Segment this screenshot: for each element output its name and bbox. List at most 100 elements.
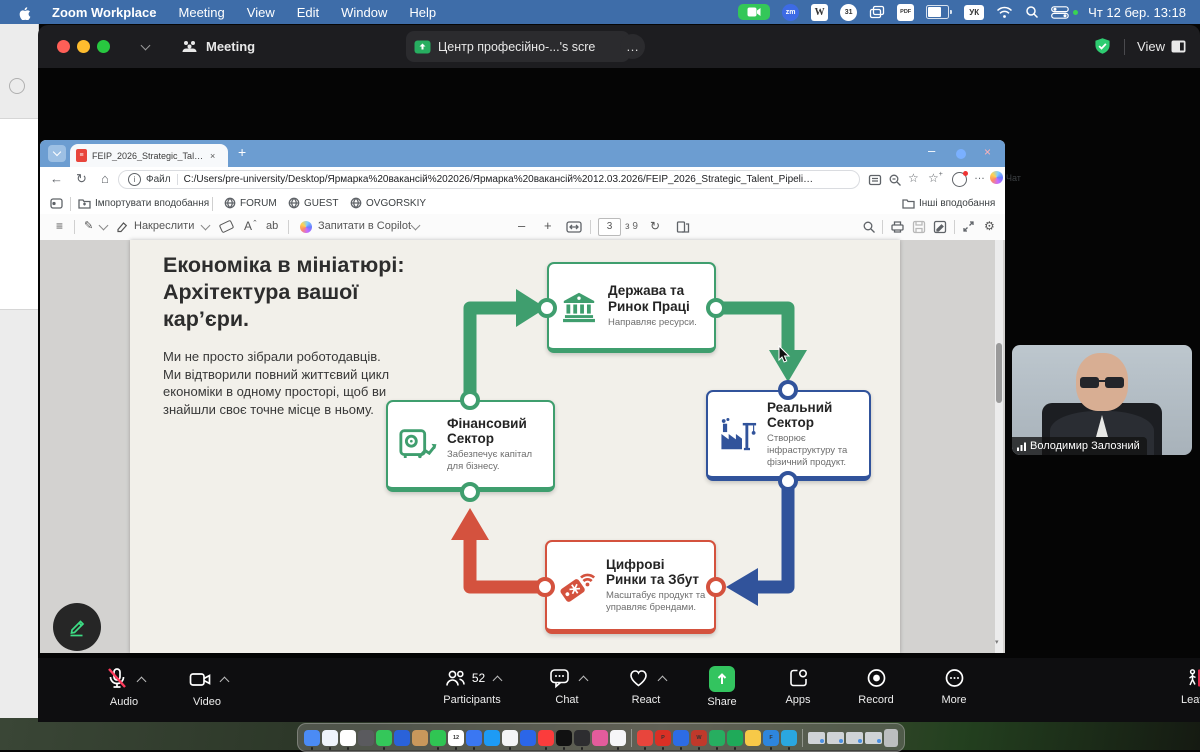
mission-control-icon[interactable] [869,5,885,19]
bookmark-site[interactable]: OVGORSKIY [366,198,426,209]
dock-app-icon[interactable] [610,730,626,746]
text-select-icon[interactable]: ab [266,220,278,232]
more-button[interactable]: More [912,666,996,706]
copilot-chat-button[interactable]: Чат [990,171,1021,184]
dock-app-icon[interactable] [322,730,338,746]
dock-app-icon[interactable]: P [655,730,671,746]
dock-app-icon[interactable] [484,730,500,746]
browser-tab-active[interactable]: ≡ FEIP_2026_Strategic_Talent_Pipelin × [70,144,228,167]
pdf-app-icon[interactable]: PDF [897,4,914,21]
chevron-down-icon[interactable] [201,221,211,231]
menubar-clock[interactable]: Чт 12 бер. 13:18 [1088,5,1186,20]
zoom-menubar-icon[interactable]: zm [782,4,799,21]
share-button[interactable]: Share [680,666,764,708]
copilot-ask-label[interactable]: Запитати в Copilot [318,220,411,232]
immersive-reader-icon[interactable] [868,173,882,187]
dock-app-icon[interactable] [556,730,572,746]
favorite-star-icon[interactable]: ☆ [908,171,919,185]
pen-tool-icon[interactable]: ✎ [84,219,93,232]
caret-up-icon[interactable] [493,675,503,685]
back-icon[interactable]: ← [50,171,63,186]
search-icon[interactable] [862,220,876,234]
dock-app-icon[interactable] [430,730,446,746]
fullscreen-icon[interactable] [962,220,975,233]
dock-app-icon[interactable] [574,730,590,746]
keyboard-layout-indicator[interactable]: УК [964,5,984,20]
dock-minimized-window[interactable] [865,732,882,744]
security-shield-icon[interactable] [1093,37,1112,56]
close-window-button[interactable] [57,40,70,53]
read-aloud-icon[interactable]: A⌃ [244,219,258,233]
scrollbar-thumb[interactable] [996,343,1002,403]
record-button[interactable]: Record [834,666,918,706]
menubar-item[interactable]: Window [341,5,387,20]
meeting-tab-label[interactable]: Meeting [206,39,255,54]
dock-app-icon[interactable] [781,730,797,746]
dock-trash-icon[interactable] [884,729,898,747]
dock-minimized-window[interactable] [827,732,844,744]
participants-button[interactable]: 52 Participants [422,666,522,706]
save-icon[interactable] [912,220,926,234]
menubar-item[interactable]: View [247,5,275,20]
view-layout-icon[interactable] [1171,40,1186,53]
window-close-button[interactable]: × [984,145,991,159]
page-view-icon[interactable] [676,220,690,234]
video-button[interactable]: Video [165,666,249,708]
caret-up-icon[interactable] [658,675,668,685]
rotate-icon[interactable]: ↻ [650,219,660,233]
zoom-out-button[interactable]: – [518,218,525,233]
url-field[interactable]: i Файл C:/Users/pre-university/Desktop/Я… [118,170,860,189]
print-icon[interactable] [890,220,905,234]
react-button[interactable]: React [604,666,688,706]
bookmark-import-label[interactable]: Імпортувати вподобання [95,198,209,209]
menubar-item[interactable]: Meeting [179,5,225,20]
dock-app-icon[interactable] [709,730,725,746]
chat-button[interactable]: Chat [525,666,609,706]
page-number-input[interactable]: 3 [598,218,621,236]
dock-app-icon[interactable] [745,730,761,746]
eraser-icon[interactable] [219,220,235,234]
menubar-app-name[interactable]: Zoom Workplace [52,5,157,20]
annotate-button[interactable] [53,603,101,651]
search-icon[interactable] [1025,5,1039,19]
caret-up-icon[interactable] [219,676,229,686]
dock-minimized-window[interactable] [846,732,863,744]
dock-app-icon[interactable] [502,730,518,746]
dock-app-icon[interactable] [340,730,356,746]
dock-app-icon[interactable] [520,730,536,746]
browser-menu-icon[interactable]: … [974,170,985,182]
dock-app-icon[interactable] [538,730,554,746]
dock-app-icon[interactable] [304,730,320,746]
dock-app-icon[interactable]: F [763,730,779,746]
profile-avatar[interactable] [952,172,967,187]
camera-active-indicator[interactable] [738,4,770,20]
tab-search-button[interactable] [48,145,66,162]
new-tab-button[interactable]: + [238,144,246,160]
dock-app-icon[interactable] [376,730,392,746]
zoom-in-button[interactable]: + [544,218,552,233]
scroll-down-arrow[interactable]: ▾ [995,638,999,646]
leave-button[interactable]: Leave [1154,666,1200,706]
audio-button[interactable]: Audio [82,666,166,708]
refresh-icon[interactable]: ↻ [76,171,87,187]
bookmark-other-label[interactable]: Інші вподобання [919,198,995,209]
sidebar-icon[interactable] [50,198,63,209]
dock-minimized-window[interactable] [808,732,825,744]
chevron-down-icon[interactable] [411,221,421,231]
pdf-scrollbar[interactable]: ▾ [995,240,1003,653]
dock-app-icon[interactable]: W [691,730,707,746]
battery-icon[interactable] [926,5,952,19]
bookmark-site[interactable]: GUEST [304,198,338,209]
calendar-icon[interactable]: 31 [840,4,857,21]
minimize-window-button[interactable] [77,40,90,53]
chevron-down-icon[interactable] [99,221,109,231]
settings-gear-icon[interactable]: ⚙ [984,219,995,233]
menubar-item[interactable]: Edit [297,5,319,20]
tab-close-icon[interactable]: × [210,151,215,161]
window-minimize-button[interactable]: – [928,143,935,158]
dock-app-icon[interactable] [673,730,689,746]
bookmark-site[interactable]: FORUM [240,198,277,209]
menubar-item[interactable]: Help [409,5,436,20]
view-button-label[interactable]: View [1137,39,1165,54]
dock-app-icon[interactable]: 12 [448,730,464,746]
